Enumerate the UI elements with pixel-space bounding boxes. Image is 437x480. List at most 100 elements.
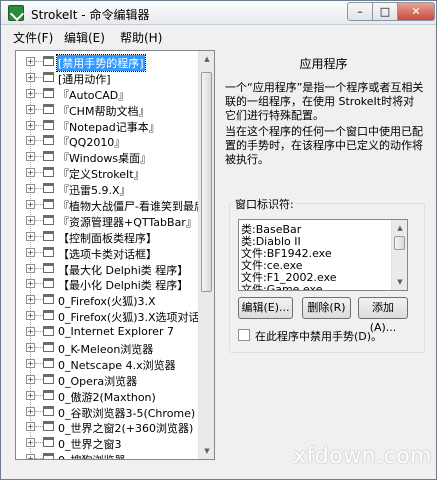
expand-plus-icon[interactable]: + <box>26 152 35 162</box>
identifiers-scrollbar[interactable]: ▲ ▼ <box>391 220 407 290</box>
expand-plus-icon[interactable]: + <box>26 200 35 210</box>
tree-connector <box>35 283 43 285</box>
tree-item[interactable]: + 『Windows桌面』 <box>16 149 200 165</box>
expand-plus-icon[interactable]: + <box>26 136 35 146</box>
tree-connector <box>35 394 43 396</box>
add-identifier-button[interactable]: 添加(A)... <box>358 297 408 334</box>
disable-gestures-label[interactable]: 在此程序中禁用手势(D)。 <box>255 328 382 344</box>
expand-plus-icon[interactable]: + <box>26 438 35 448</box>
expand-plus-icon[interactable]: + <box>26 295 35 305</box>
tree-item-label: 『Notepad记事本』 <box>58 120 160 134</box>
tree-item[interactable]: + 『植物大战僵尸-看谁笑到最后 <box>16 197 205 213</box>
tree-item[interactable]: + 【最小化 Delphi类 程序】 <box>16 276 200 292</box>
scroll-up-arrow-icon[interactable]: ▲ <box>199 51 214 67</box>
tree-item[interactable]: + 『QQ2010』 <box>16 133 200 149</box>
expand-plus-icon[interactable]: + <box>26 406 35 416</box>
scroll-down-arrow-icon[interactable]: ▼ <box>392 274 407 290</box>
expand-plus-icon[interactable]: + <box>26 454 35 459</box>
expand-plus-icon[interactable]: + <box>26 231 35 241</box>
menu-edit[interactable]: 编辑(E) <box>64 29 105 46</box>
tree-item[interactable]: +0_Firefox(火狐)3.X <box>16 292 200 308</box>
scroll-down-arrow-icon[interactable]: ▼ <box>199 443 214 459</box>
expand-plus-icon[interactable]: + <box>26 422 35 432</box>
expand-plus-icon[interactable]: + <box>26 374 35 384</box>
scroll-up-arrow-icon[interactable]: ▲ <box>392 220 407 236</box>
window-identifiers-list[interactable]: 类:BaseBar 类:Diablo II 文件:BF1942.exe 文件:c… <box>238 219 408 291</box>
scroll-thumb[interactable] <box>201 72 212 292</box>
menu-help[interactable]: 帮助(H) <box>120 29 162 46</box>
tree-item[interactable]: + 『AutoCAD』 <box>16 86 200 102</box>
expand-plus-icon[interactable]: + <box>26 88 35 98</box>
tree-item[interactable]: + 『定义StrokeIt』 <box>16 165 200 181</box>
tree-item[interactable]: + 『迅雷5.9.X』 <box>16 181 200 197</box>
tree-item[interactable]: +0_Internet Explorer 7 <box>16 324 200 340</box>
tree-item[interactable]: + 『资源管理器+QTTabBar』 <box>16 213 200 229</box>
tree-item[interactable]: + [通用动作] <box>16 70 200 86</box>
expand-plus-icon[interactable]: + <box>26 279 35 289</box>
tree-connector <box>35 410 43 412</box>
tree-item[interactable]: + 『CHM帮助文档』 <box>16 102 200 118</box>
maximize-button[interactable]: □ <box>372 2 398 21</box>
tree-item[interactable]: + [禁用手势的程序] <box>16 54 200 72</box>
tree-item-label: 『QQ2010』 <box>58 136 126 150</box>
title-bar[interactable]: StrokeIt - 命令编辑器 – □ ✕ <box>1 1 436 25</box>
tree-item[interactable]: +0_谷歌浏览器3-5(Chrome) <box>16 404 200 420</box>
detail-description-1: 一个“应用程序”是指一个程序或者互相关联的一组程序，在使用 StrokeIt时将… <box>225 81 424 122</box>
tree-item[interactable]: +0_Netscape 4.x浏览器 <box>16 356 200 372</box>
application-window-icon <box>43 389 54 400</box>
tree-scrollbar[interactable]: ▲ ▼ <box>198 51 214 459</box>
expand-plus-icon[interactable]: + <box>26 57 35 66</box>
application-window-icon <box>43 278 54 289</box>
expand-plus-icon[interactable]: + <box>26 263 35 273</box>
disable-gestures-checkbox[interactable] <box>238 329 250 341</box>
delete-identifier-button[interactable]: 删除(R) <box>302 297 351 319</box>
tree-item-label: 0_搜狗浏览器 <box>57 452 127 459</box>
minimize-button[interactable]: – <box>347 2 373 21</box>
site-watermark: xfdown.com <box>293 444 433 469</box>
tree-item[interactable]: + 【最大化 Delphi类 程序】 <box>16 261 200 277</box>
edit-identifier-button[interactable]: 编辑(E)... <box>238 297 293 319</box>
application-window-icon <box>43 230 54 241</box>
expand-plus-icon[interactable]: + <box>26 311 35 321</box>
tree-item[interactable]: + 【选项卡类对话框】 <box>16 245 200 261</box>
tree-item[interactable]: +0_世界之窗3 <box>16 435 200 451</box>
expand-plus-icon[interactable]: + <box>26 120 35 130</box>
tree-item[interactable]: +0_K-Meleon浏览器 <box>16 340 200 356</box>
tree-item[interactable]: +0_搜狗浏览器 <box>16 451 200 459</box>
expand-plus-icon[interactable]: + <box>26 358 35 368</box>
tree-item-label: 『植物大战僵尸-看谁笑到最后 <box>58 200 205 214</box>
tree-connector <box>35 362 43 364</box>
expand-plus-icon[interactable]: + <box>26 168 35 178</box>
expand-plus-icon[interactable]: + <box>26 104 35 114</box>
application-window-icon <box>43 357 54 368</box>
expand-plus-icon[interactable]: + <box>26 390 35 400</box>
expand-plus-icon[interactable]: + <box>26 343 35 353</box>
tree-connector <box>35 124 43 126</box>
tree-item[interactable]: + 【控制面板类程序】 <box>16 229 200 245</box>
tree-item-label: 0_世界之窗3 <box>58 438 122 452</box>
menu-file[interactable]: 文件(F) <box>13 29 53 46</box>
tree-connector <box>35 347 43 349</box>
tree-item-label: 『定义StrokeIt』 <box>58 168 145 182</box>
application-window-icon <box>43 421 54 432</box>
identifier-item[interactable]: 文件:Game.exe <box>241 281 322 290</box>
application-tree[interactable]: + [禁用手势的程序] + [通用动作] + 『AutoCAD』 + 『CHM帮助文档』 + 『N… <box>15 50 215 460</box>
expand-plus-icon[interactable]: + <box>26 215 35 225</box>
tree-item[interactable]: +0_Firefox(火狐)3.X选项对话框 <box>16 308 211 324</box>
expand-plus-icon[interactable]: + <box>26 72 35 82</box>
scroll-thumb[interactable] <box>394 236 405 250</box>
tree-connector <box>35 204 43 206</box>
close-button[interactable]: ✕ <box>397 2 435 21</box>
application-window-icon <box>43 342 54 353</box>
tree-item-label: 『迅雷5.9.X』 <box>58 184 131 198</box>
tree-connector <box>35 219 43 221</box>
tree-item[interactable]: +0_傲游2(Maxthon) <box>16 388 200 404</box>
tree-item[interactable]: + 『Notepad记事本』 <box>16 118 200 134</box>
expand-plus-icon[interactable]: + <box>26 327 35 337</box>
tree-item-label: 【控制面板类程序】 <box>58 231 157 245</box>
tree-item[interactable]: +0_Opera浏览器 <box>16 372 200 388</box>
expand-plus-icon[interactable]: + <box>26 184 35 194</box>
application-window-icon <box>43 310 54 321</box>
expand-plus-icon[interactable]: + <box>26 247 35 257</box>
tree-item[interactable]: +0_世界之窗2(+360浏览器) <box>16 419 200 435</box>
